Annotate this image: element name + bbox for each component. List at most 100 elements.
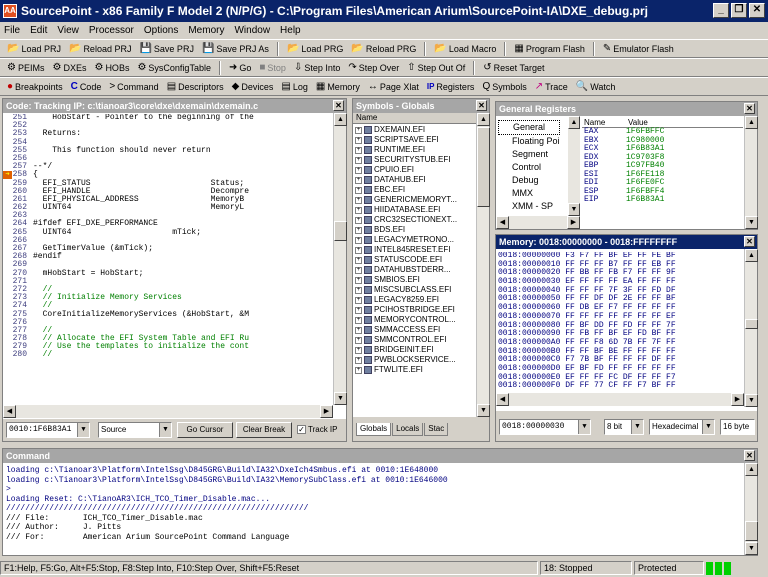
code-line[interactable]: 271 [3, 277, 333, 286]
symbol-item[interactable]: + INTEL845RESET.EFI [353, 245, 476, 255]
symbol-item[interactable]: + PCIHOSTBRIDGE.EFI [353, 305, 476, 315]
expand-icon[interactable]: + [355, 236, 362, 244]
code-address-field[interactable]: 0010:1F6B83A1 ▼ [6, 422, 90, 438]
register-row-eip[interactable]: EIP 1F6B83A1 [582, 195, 743, 205]
tree-item-floating-point[interactable]: Floating Poi [498, 135, 578, 148]
symbol-item[interactable]: + SCRIPTSAVE.EFI [353, 135, 476, 145]
registers-vertical-scrollbar[interactable]: ▲ ▼ [744, 116, 758, 229]
step-over-button[interactable]: ↷ Step Over [345, 61, 402, 74]
close-icon[interactable]: ✕ [744, 236, 755, 247]
symbol-item[interactable]: + BRIDGEINIT.EFI [353, 345, 476, 355]
chevron-down-icon[interactable]: ▼ [578, 420, 590, 434]
menu-view[interactable]: View [57, 25, 79, 36]
scroll-left-icon[interactable]: ◀ [3, 405, 16, 418]
track-ip-checkbox[interactable]: ✓ Track IP [297, 425, 337, 434]
load-prg-button[interactable]: 📂 Load PRG [284, 42, 346, 55]
code-line[interactable]: 275 CoreInitializeMemoryServices (&HobSt… [3, 310, 333, 319]
expand-icon[interactable]: + [355, 196, 362, 204]
scroll-down-icon[interactable]: ▼ [568, 203, 580, 216]
expand-icon[interactable]: + [355, 156, 362, 164]
load-macro-button[interactable]: 📂 Load Macro [431, 42, 499, 55]
close-icon[interactable]: ✕ [476, 100, 487, 111]
symbol-item[interactable]: + LEGACYMETRONO... [353, 235, 476, 245]
expand-icon[interactable]: + [355, 126, 362, 134]
clear-break-button[interactable]: Clear Break [236, 422, 292, 438]
chevron-down-icon[interactable]: ▼ [631, 420, 643, 434]
chevron-down-icon[interactable]: ▼ [77, 423, 89, 437]
scroll-up-icon[interactable]: ▲ [745, 463, 758, 476]
maximize-button[interactable]: ❐ [731, 3, 747, 18]
expand-icon[interactable]: + [355, 246, 362, 254]
code-line[interactable]: 270 mHobStart = HobStart; [3, 269, 333, 278]
symbol-item[interactable]: + CRC32SECTIONEXT... [353, 215, 476, 225]
memory-dump[interactable]: 0018:00000000 F3 F7 FF BF EF FF FE BF 00… [498, 252, 744, 392]
menu-help[interactable]: Help [280, 25, 301, 36]
dxes-button[interactable]: ⚙ DXEs [49, 61, 89, 74]
go-button[interactable]: ➜ Go [226, 61, 254, 74]
tab-globals[interactable]: Globals [356, 423, 392, 436]
menu-window[interactable]: Window [234, 25, 270, 36]
symbol-item[interactable]: + DATAHUBSTDERR... [353, 265, 476, 275]
expand-icon[interactable]: + [355, 206, 362, 214]
scroll-up-icon[interactable]: ▲ [745, 116, 758, 129]
log-button[interactable]: ▤ Log [278, 80, 310, 93]
minimize-button[interactable]: _ [713, 3, 729, 18]
scroll-thumb[interactable] [334, 221, 347, 241]
code-horizontal-scrollbar[interactable]: ◀ ▶ [3, 405, 333, 418]
symbols-vertical-scrollbar[interactable]: ▲ ▼ [476, 113, 490, 417]
expand-icon[interactable]: + [355, 336, 362, 344]
symbol-item[interactable]: + MISCSUBCLASS.EFI [353, 285, 476, 295]
expand-icon[interactable]: + [355, 286, 362, 294]
symbol-item[interactable]: + RUNTIME.EFI [353, 145, 476, 155]
expand-icon[interactable]: + [355, 346, 362, 354]
symbol-item[interactable]: + FTWLITE.EFI [353, 365, 476, 375]
memory-vertical-scrollbar[interactable]: ▲ ▼ [744, 249, 758, 407]
scroll-left-icon[interactable]: ◀ [496, 216, 509, 229]
tree-item-debug[interactable]: Debug [498, 174, 578, 187]
close-icon[interactable]: ✕ [333, 100, 344, 111]
symbol-item[interactable]: + CPUIO.EFI [353, 165, 476, 175]
symbol-item[interactable]: + SECURITYSTUB.EFI [353, 155, 476, 165]
scroll-up-icon[interactable]: ▲ [334, 113, 347, 126]
expand-icon[interactable]: + [355, 176, 362, 184]
expand-icon[interactable]: + [355, 366, 362, 374]
expand-icon[interactable]: + [355, 186, 362, 194]
memory-row[interactable]: 0018:000000F0 DF FF 77 CF FF F7 BF FF [498, 382, 744, 391]
command-vertical-scrollbar[interactable]: ▲ ▼ [744, 463, 758, 555]
go-cursor-button[interactable]: Go Cursor [177, 422, 233, 438]
scroll-left-icon[interactable]: ◀ [496, 393, 509, 406]
memory-button[interactable]: ▦ Memory [313, 80, 363, 93]
reload-prj-button[interactable]: 📂 Reload PRJ [66, 42, 134, 55]
menu-options[interactable]: Options [144, 25, 178, 36]
code-line[interactable]: 273 // Initialize Memory Services [3, 293, 333, 302]
program-flash-button[interactable]: ▦ Program Flash [511, 42, 587, 55]
code-line[interactable]: 276 [3, 318, 333, 327]
symbols-button[interactable]: Q Symbols [479, 80, 529, 93]
code-line[interactable]: 255 This function should never return [3, 146, 333, 155]
memory-address-field[interactable]: 0018:00000030 ▼ [499, 419, 591, 435]
symbol-item[interactable]: + LEGACY8259.EFI [353, 295, 476, 305]
code-line[interactable]: 253 Returns: [3, 130, 333, 138]
command-button[interactable]: > Command [106, 80, 161, 93]
save-prj-button[interactable]: 💾 Save PRJ [136, 42, 196, 55]
code-line[interactable]: 257 --*/ [3, 162, 333, 171]
scroll-down-icon[interactable]: ▼ [745, 216, 758, 229]
symbol-item[interactable]: + SMMACCESS.EFI [353, 325, 476, 335]
menu-edit[interactable]: Edit [30, 25, 47, 36]
devices-button[interactable]: ◆ Devices [229, 80, 277, 93]
chevron-down-icon[interactable]: ▼ [159, 423, 171, 437]
symbol-item[interactable]: + EBC.EFI [353, 185, 476, 195]
tree-horizontal-scrollbar[interactable]: ◀ ▶ [496, 216, 580, 229]
symbol-item[interactable]: + SMMCONTROL.EFI [353, 335, 476, 345]
scroll-right-icon[interactable]: ▶ [567, 216, 580, 229]
expand-icon[interactable]: + [355, 136, 362, 144]
scroll-down-icon[interactable]: ▼ [745, 394, 758, 407]
code-listing[interactable]: 251 HobStart - Pointer to the beginning … [3, 114, 333, 379]
scroll-down-icon[interactable]: ▼ [745, 542, 758, 555]
descriptors-button[interactable]: ▤ Descriptors [164, 80, 227, 93]
scroll-right-icon[interactable]: ▶ [320, 405, 333, 418]
scroll-up-icon[interactable]: ▲ [568, 116, 580, 129]
symbol-item[interactable]: + DXEMAIN.EFI [353, 125, 476, 135]
chevron-down-icon[interactable]: ▼ [702, 420, 714, 434]
symbol-item[interactable]: + BDS.EFI [353, 225, 476, 235]
